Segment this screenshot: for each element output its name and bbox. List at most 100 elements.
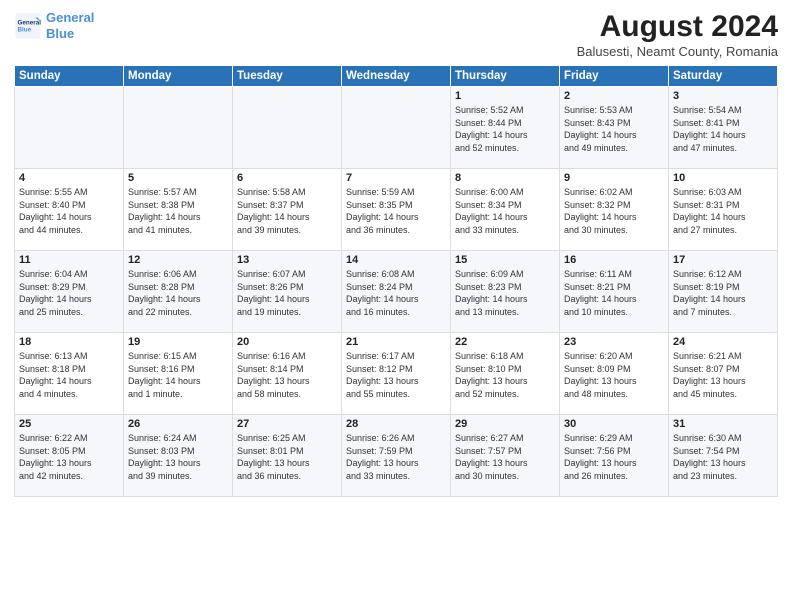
day-number: 29 xyxy=(455,418,555,430)
day-cell: 31 Sunrise: 6:30 AM Sunset: 7:54 PM Dayli… xyxy=(669,415,778,497)
day-cell: 14 Sunrise: 6:08 AM Sunset: 8:24 PM Dayli… xyxy=(342,251,451,333)
day-info: Sunrise: 6:13 AM Sunset: 8:18 PM Dayligh… xyxy=(19,350,119,400)
header: General Blue General Blue August 2024 Ba… xyxy=(14,10,778,59)
day-info: Sunrise: 6:30 AM Sunset: 7:54 PM Dayligh… xyxy=(673,432,773,482)
day-info: Sunrise: 6:02 AM Sunset: 8:32 PM Dayligh… xyxy=(564,186,664,236)
svg-text:General: General xyxy=(18,19,42,26)
day-cell xyxy=(342,87,451,169)
day-info: Sunrise: 6:08 AM Sunset: 8:24 PM Dayligh… xyxy=(346,268,446,318)
header-row: SundayMondayTuesdayWednesdayThursdayFrid… xyxy=(15,66,778,87)
day-info: Sunrise: 6:06 AM Sunset: 8:28 PM Dayligh… xyxy=(128,268,228,318)
svg-text:Blue: Blue xyxy=(18,26,32,33)
day-number: 9 xyxy=(564,172,664,184)
header-cell-saturday: Saturday xyxy=(669,66,778,87)
day-cell: 23 Sunrise: 6:20 AM Sunset: 8:09 PM Dayli… xyxy=(560,333,669,415)
subtitle: Balusesti, Neamt County, Romania xyxy=(577,44,778,59)
logo-icon: General Blue xyxy=(14,12,42,40)
day-info: Sunrise: 6:03 AM Sunset: 8:31 PM Dayligh… xyxy=(673,186,773,236)
day-cell: 12 Sunrise: 6:06 AM Sunset: 8:28 PM Dayli… xyxy=(124,251,233,333)
day-number: 21 xyxy=(346,336,446,348)
day-number: 13 xyxy=(237,254,337,266)
day-info: Sunrise: 5:53 AM Sunset: 8:43 PM Dayligh… xyxy=(564,104,664,154)
header-cell-thursday: Thursday xyxy=(451,66,560,87)
day-cell: 16 Sunrise: 6:11 AM Sunset: 8:21 PM Dayli… xyxy=(560,251,669,333)
day-number: 6 xyxy=(237,172,337,184)
header-cell-wednesday: Wednesday xyxy=(342,66,451,87)
day-cell: 20 Sunrise: 6:16 AM Sunset: 8:14 PM Dayli… xyxy=(233,333,342,415)
day-info: Sunrise: 6:26 AM Sunset: 7:59 PM Dayligh… xyxy=(346,432,446,482)
day-info: Sunrise: 5:57 AM Sunset: 8:38 PM Dayligh… xyxy=(128,186,228,236)
day-number: 10 xyxy=(673,172,773,184)
day-cell: 28 Sunrise: 6:26 AM Sunset: 7:59 PM Dayli… xyxy=(342,415,451,497)
header-cell-sunday: Sunday xyxy=(15,66,124,87)
day-cell: 9 Sunrise: 6:02 AM Sunset: 8:32 PM Daylig… xyxy=(560,169,669,251)
logo-text: General Blue xyxy=(46,10,94,41)
day-number: 8 xyxy=(455,172,555,184)
day-cell: 11 Sunrise: 6:04 AM Sunset: 8:29 PM Dayli… xyxy=(15,251,124,333)
day-info: Sunrise: 6:17 AM Sunset: 8:12 PM Dayligh… xyxy=(346,350,446,400)
day-cell: 13 Sunrise: 6:07 AM Sunset: 8:26 PM Dayli… xyxy=(233,251,342,333)
day-cell: 7 Sunrise: 5:59 AM Sunset: 8:35 PM Daylig… xyxy=(342,169,451,251)
header-cell-tuesday: Tuesday xyxy=(233,66,342,87)
day-cell: 21 Sunrise: 6:17 AM Sunset: 8:12 PM Dayli… xyxy=(342,333,451,415)
week-row-5: 25Sunrise: 6:22 AM Sunset: 8:05 PM Dayli… xyxy=(15,415,778,497)
day-cell: 19Sunrise: 6:15 AM Sunset: 8:16 PM Dayli… xyxy=(124,333,233,415)
day-cell: 18Sunrise: 6:13 AM Sunset: 8:18 PM Dayli… xyxy=(15,333,124,415)
header-cell-friday: Friday xyxy=(560,66,669,87)
month-title: August 2024 xyxy=(577,10,778,44)
day-cell: 22Sunrise: 6:18 AM Sunset: 8:10 PM Dayli… xyxy=(451,333,560,415)
calendar-table: SundayMondayTuesdayWednesdayThursdayFrid… xyxy=(14,65,778,497)
day-number: 5 xyxy=(128,172,228,184)
day-number: 11 xyxy=(19,254,119,266)
day-number: 20 xyxy=(237,336,337,348)
day-info: Sunrise: 6:16 AM Sunset: 8:14 PM Dayligh… xyxy=(237,350,337,400)
day-info: Sunrise: 5:59 AM Sunset: 8:35 PM Dayligh… xyxy=(346,186,446,236)
day-cell: 29Sunrise: 6:27 AM Sunset: 7:57 PM Dayli… xyxy=(451,415,560,497)
day-number: 25 xyxy=(19,418,119,430)
day-info: Sunrise: 6:00 AM Sunset: 8:34 PM Dayligh… xyxy=(455,186,555,236)
day-number: 22 xyxy=(455,336,555,348)
day-cell: 27Sunrise: 6:25 AM Sunset: 8:01 PM Dayli… xyxy=(233,415,342,497)
day-cell: 25Sunrise: 6:22 AM Sunset: 8:05 PM Dayli… xyxy=(15,415,124,497)
day-number: 4 xyxy=(19,172,119,184)
day-number: 26 xyxy=(128,418,228,430)
day-cell: 17 Sunrise: 6:12 AM Sunset: 8:19 PM Dayli… xyxy=(669,251,778,333)
day-info: Sunrise: 6:20 AM Sunset: 8:09 PM Dayligh… xyxy=(564,350,664,400)
day-number: 12 xyxy=(128,254,228,266)
main-container: General Blue General Blue August 2024 Ba… xyxy=(0,0,792,612)
day-cell: 24Sunrise: 6:21 AM Sunset: 8:07 PM Dayli… xyxy=(669,333,778,415)
day-number: 30 xyxy=(564,418,664,430)
day-cell: 30Sunrise: 6:29 AM Sunset: 7:56 PM Dayli… xyxy=(560,415,669,497)
day-info: Sunrise: 5:52 AM Sunset: 8:44 PM Dayligh… xyxy=(455,104,555,154)
day-info: Sunrise: 6:12 AM Sunset: 8:19 PM Dayligh… xyxy=(673,268,773,318)
day-number: 3 xyxy=(673,90,773,102)
day-info: Sunrise: 6:07 AM Sunset: 8:26 PM Dayligh… xyxy=(237,268,337,318)
day-info: Sunrise: 5:54 AM Sunset: 8:41 PM Dayligh… xyxy=(673,104,773,154)
day-info: Sunrise: 6:04 AM Sunset: 8:29 PM Dayligh… xyxy=(19,268,119,318)
day-number: 27 xyxy=(237,418,337,430)
day-number: 14 xyxy=(346,254,446,266)
day-info: Sunrise: 5:58 AM Sunset: 8:37 PM Dayligh… xyxy=(237,186,337,236)
day-info: Sunrise: 6:24 AM Sunset: 8:03 PM Dayligh… xyxy=(128,432,228,482)
week-row-4: 18Sunrise: 6:13 AM Sunset: 8:18 PM Dayli… xyxy=(15,333,778,415)
day-cell: 3 Sunrise: 5:54 AM Sunset: 8:41 PM Daylig… xyxy=(669,87,778,169)
day-number: 2 xyxy=(564,90,664,102)
day-number: 28 xyxy=(346,418,446,430)
day-info: Sunrise: 6:11 AM Sunset: 8:21 PM Dayligh… xyxy=(564,268,664,318)
day-number: 24 xyxy=(673,336,773,348)
day-number: 7 xyxy=(346,172,446,184)
day-number: 15 xyxy=(455,254,555,266)
day-info: Sunrise: 6:09 AM Sunset: 8:23 PM Dayligh… xyxy=(455,268,555,318)
day-cell xyxy=(15,87,124,169)
day-cell: 2 Sunrise: 5:53 AM Sunset: 8:43 PM Daylig… xyxy=(560,87,669,169)
day-cell: 26 Sunrise: 6:24 AM Sunset: 8:03 PM Dayli… xyxy=(124,415,233,497)
week-row-1: 1 Sunrise: 5:52 AM Sunset: 8:44 PM Daylig… xyxy=(15,87,778,169)
header-cell-monday: Monday xyxy=(124,66,233,87)
day-number: 1 xyxy=(455,90,555,102)
title-block: August 2024 Balusesti, Neamt County, Rom… xyxy=(577,10,778,59)
day-number: 16 xyxy=(564,254,664,266)
day-number: 23 xyxy=(564,336,664,348)
day-cell: 6 Sunrise: 5:58 AM Sunset: 8:37 PM Daylig… xyxy=(233,169,342,251)
day-number: 17 xyxy=(673,254,773,266)
day-number: 31 xyxy=(673,418,773,430)
